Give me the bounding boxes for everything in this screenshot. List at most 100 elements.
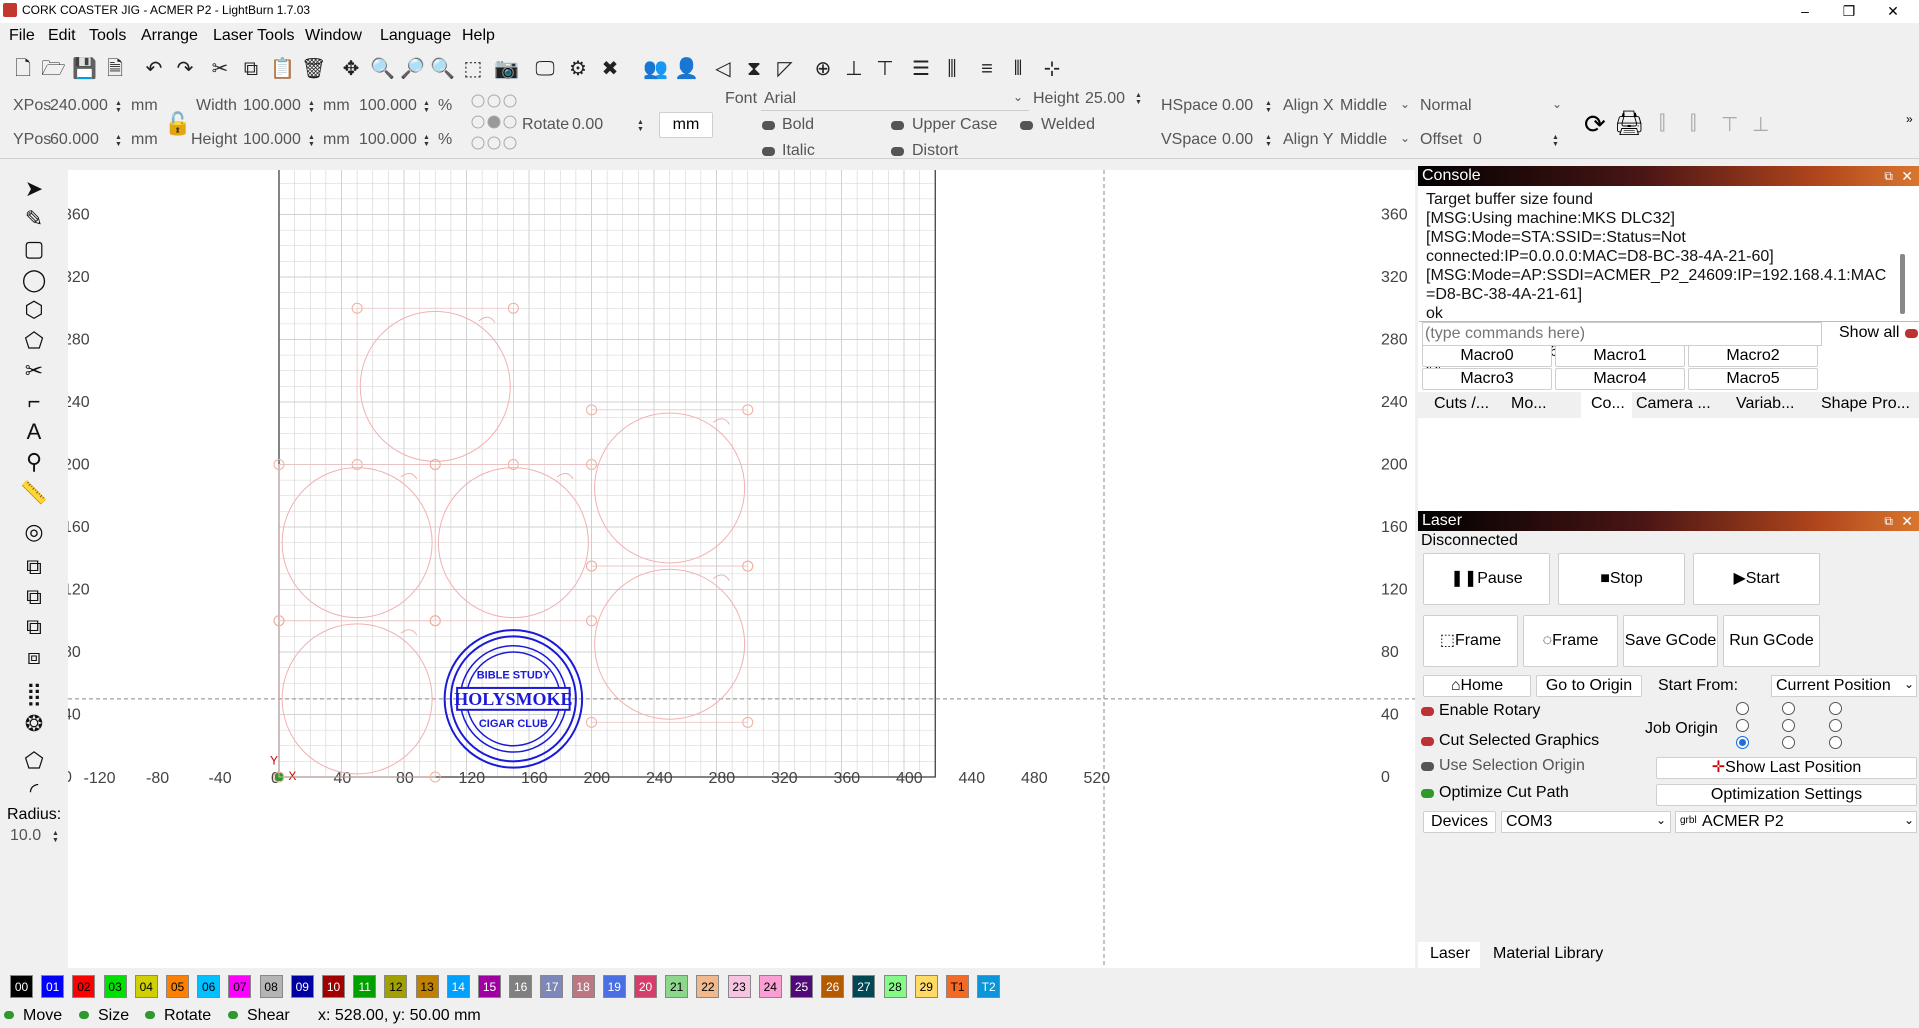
- layer-color-swatch[interactable]: 26: [821, 975, 845, 998]
- macro2-button[interactable]: Macro2: [1688, 345, 1818, 367]
- open-file-icon[interactable]: 🗁: [41, 57, 66, 81]
- layer-color-swatch[interactable]: 21: [665, 975, 689, 998]
- macro0-button[interactable]: Macro0: [1422, 345, 1552, 367]
- width-percent-field[interactable]: 100.000: [359, 97, 417, 115]
- cut-selected-toggle[interactable]: [1421, 737, 1434, 746]
- delete-icon[interactable]: 🗑: [301, 57, 326, 81]
- machine-icon[interactable]: 🖨: [1614, 109, 1644, 138]
- menu-tools[interactable]: Tools: [89, 27, 126, 45]
- vspace-field[interactable]: 0.00: [1222, 131, 1253, 149]
- console-scrollbar[interactable]: [1900, 254, 1905, 314]
- menu-arrange[interactable]: Arrange: [141, 27, 198, 45]
- tab-shape-properties[interactable]: Shape Pro...: [1821, 395, 1910, 413]
- layer-color-swatch[interactable]: 18: [571, 975, 595, 998]
- layer-color-swatch[interactable]: 11: [353, 975, 377, 998]
- units-toggle-button[interactable]: mm: [659, 112, 713, 138]
- align-center-icon[interactable]: ⊕: [811, 57, 835, 81]
- offset-field[interactable]: 0: [1473, 131, 1482, 149]
- camera-icon[interactable]: 📷: [494, 57, 519, 81]
- ypos-field[interactable]: 60.000: [50, 131, 99, 149]
- menu-file[interactable]: File: [9, 27, 35, 45]
- layer-color-swatch[interactable]: 14: [446, 975, 470, 998]
- layer-color-swatch[interactable]: 07: [228, 975, 252, 998]
- device-dropdown[interactable]: grbl ACMER P2 ⌄: [1675, 811, 1917, 833]
- layer-color-swatch[interactable]: T2: [977, 975, 1001, 998]
- save-as-icon[interactable]: 🗎: [103, 57, 127, 81]
- layer-color-swatch[interactable]: T1: [946, 975, 969, 998]
- ellipse-icon[interactable]: ◯: [20, 266, 48, 294]
- zoom-in-icon[interactable]: 🔎: [400, 57, 425, 81]
- tab-laser[interactable]: Laser: [1430, 945, 1470, 963]
- layer-color-swatch[interactable]: 28: [883, 975, 907, 998]
- distribute-vertical-icon[interactable]: ☰: [909, 57, 933, 81]
- layer-color-swatch[interactable]: 00: [10, 975, 33, 998]
- ypos-spinner[interactable]: ▲ ▼: [115, 134, 124, 148]
- origin-middle-right-radio[interactable]: [1829, 719, 1842, 732]
- optimize-cut-path-toggle[interactable]: [1421, 789, 1434, 798]
- float-panel-icon[interactable]: ⧉: [1884, 511, 1893, 531]
- ungroup-icon[interactable]: 👤: [674, 57, 699, 81]
- italic-toggle[interactable]: [762, 147, 775, 156]
- pen-draw-icon[interactable]: ✎: [20, 205, 48, 233]
- rectangle-icon[interactable]: ▢: [20, 235, 48, 263]
- layer-color-swatch[interactable]: 03: [103, 975, 127, 998]
- font-height-field[interactable]: 25.00: [1085, 90, 1125, 108]
- tab-cuts-layers[interactable]: Cuts /...: [1434, 395, 1489, 413]
- monitor-icon[interactable]: 🖵: [533, 57, 557, 81]
- layer-color-swatch[interactable]: 19: [602, 975, 626, 998]
- vspace-spinner[interactable]: ▲ ▼: [1265, 134, 1274, 148]
- rotate-field[interactable]: 0.00: [572, 116, 603, 134]
- origin-bottom-left-radio[interactable]: [1736, 736, 1749, 749]
- trim-scissors-icon[interactable]: ✂: [20, 357, 48, 385]
- weld-icon[interactable]: ⧈: [20, 643, 48, 671]
- close-panel-icon[interactable]: ✕: [1901, 511, 1913, 531]
- offset-shape-icon[interactable]: ◎: [20, 518, 48, 546]
- cut-icon[interactable]: ✂: [208, 57, 232, 81]
- layer-color-swatch[interactable]: 20: [634, 975, 657, 998]
- layer-color-swatch[interactable]: 04: [134, 975, 158, 998]
- welded-toggle[interactable]: [1020, 121, 1033, 130]
- measure-ruler-icon[interactable]: 📏: [20, 479, 48, 507]
- origin-bottom-center-radio[interactable]: [1782, 736, 1795, 749]
- paste-icon[interactable]: 📋: [270, 57, 295, 81]
- select-arrow-icon[interactable]: ➤: [20, 175, 48, 203]
- settings-gear-icon[interactable]: ⚙: [566, 57, 590, 81]
- tab-move[interactable]: Mo...: [1511, 395, 1547, 413]
- design-canvas[interactable]: -120-120-80-80-40-4000404080801201201601…: [68, 170, 1415, 968]
- toolbar-overflow-icon[interactable]: »: [1906, 112, 1913, 126]
- width-field[interactable]: 100.000: [243, 97, 301, 115]
- menu-laser-tools[interactable]: Laser Tools: [213, 27, 295, 45]
- menu-help[interactable]: Help: [462, 27, 495, 45]
- layer-color-swatch[interactable]: 02: [72, 975, 96, 998]
- origin-top-left-radio[interactable]: [1736, 702, 1749, 715]
- use-selection-origin-toggle[interactable]: [1421, 762, 1434, 771]
- undo-icon[interactable]: ↶: [142, 57, 166, 81]
- size-toggle[interactable]: [79, 1011, 89, 1019]
- group-icon[interactable]: 👥: [643, 57, 668, 81]
- layer-color-swatch[interactable]: 06: [197, 975, 221, 998]
- height-field[interactable]: 100.000: [243, 131, 301, 149]
- show-all-toggle[interactable]: [1905, 329, 1918, 338]
- upper-case-toggle[interactable]: [891, 121, 904, 130]
- frame-rubberband-button[interactable]: ◌Frame: [1523, 615, 1618, 667]
- text-tool-icon[interactable]: A: [20, 418, 48, 446]
- lock-icon[interactable]: 🔓: [164, 111, 191, 137]
- layer-color-swatch[interactable]: 24: [758, 975, 782, 998]
- menu-edit[interactable]: Edit: [48, 27, 76, 45]
- height-spinner[interactable]: ▲ ▼: [308, 134, 317, 148]
- layer-color-swatch[interactable]: 05: [166, 975, 189, 998]
- home-button[interactable]: ⌂Home: [1423, 675, 1531, 697]
- optimization-settings-button[interactable]: Optimization Settings: [1656, 784, 1917, 806]
- distribute-horizontal-icon[interactable]: ⫼: [940, 57, 964, 81]
- align-top-icon[interactable]: ⊤: [1721, 112, 1738, 137]
- layer-color-swatch[interactable]: 12: [384, 975, 408, 998]
- menu-language[interactable]: Language: [380, 27, 451, 45]
- layer-color-swatch[interactable]: 15: [478, 975, 501, 998]
- bold-toggle[interactable]: [762, 121, 775, 130]
- machine-settings-icon[interactable]: ✖: [598, 57, 622, 81]
- hspace-spinner[interactable]: ▲ ▼: [1265, 100, 1274, 114]
- text-mode-dropdown[interactable]: Normal: [1420, 97, 1472, 115]
- close-button[interactable]: ✕: [1870, 0, 1916, 22]
- fillet-icon[interactable]: ◜: [20, 777, 48, 805]
- layer-color-swatch[interactable]: 09: [290, 975, 314, 998]
